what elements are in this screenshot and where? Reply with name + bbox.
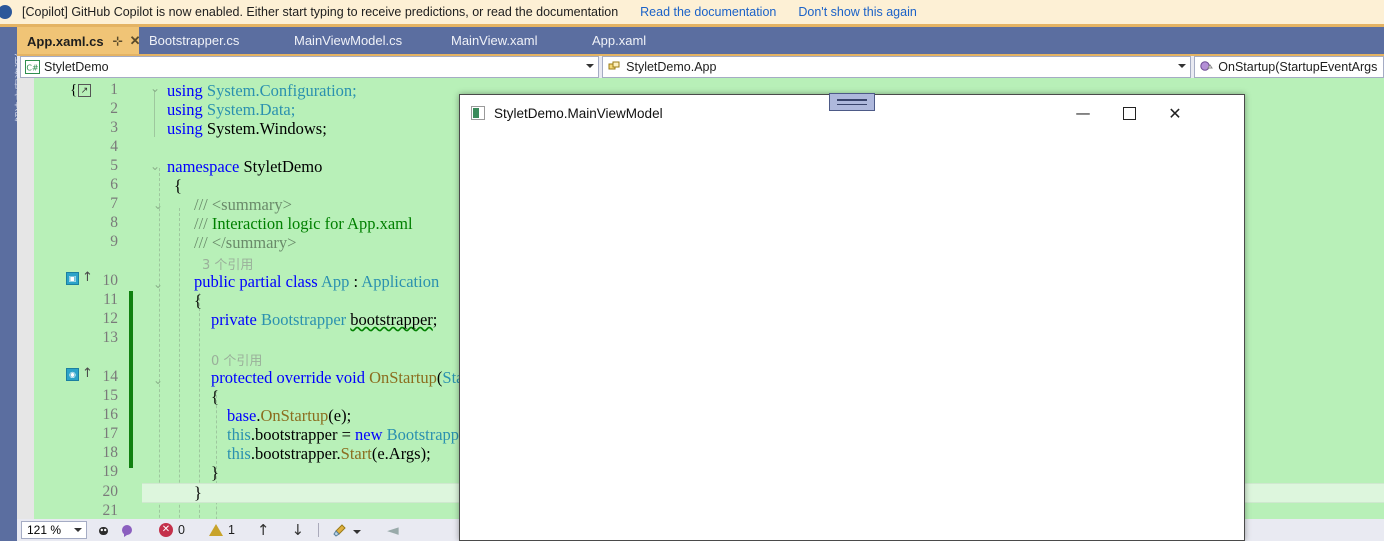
line-number: 12 bbox=[102, 310, 119, 327]
window-content-area[interactable] bbox=[460, 131, 1244, 540]
line-number: 11 bbox=[103, 291, 118, 308]
line-text: private Bootstrapper bootstrapper; bbox=[211, 310, 438, 329]
solution-explorer-dock-tab[interactable]: 解决方案资源管理器 bbox=[0, 27, 17, 521]
member-name: OnStartup(StartupEventArgs bbox=[1218, 60, 1378, 74]
line-number: 5 bbox=[110, 157, 118, 174]
line-number: 9 bbox=[110, 233, 118, 250]
next-issue-icon[interactable]: ↓ bbox=[291, 521, 304, 539]
line-text: namespace StyletDemo bbox=[167, 157, 323, 176]
chevron-down-icon[interactable] bbox=[74, 528, 82, 532]
line-number: 4 bbox=[110, 138, 118, 155]
line-number: 10 bbox=[102, 272, 119, 289]
error-icon: ✕ bbox=[159, 523, 173, 537]
dont-show-again-link[interactable]: Don't show this again bbox=[798, 5, 916, 19]
read-documentation-link[interactable]: Read the documentation bbox=[640, 5, 776, 19]
csharp-project-icon: C# bbox=[25, 60, 40, 74]
line-text: public partial class App : Application bbox=[194, 272, 440, 291]
maximize-button[interactable] bbox=[1106, 95, 1152, 131]
zoom-level-value: 121 % bbox=[27, 523, 62, 537]
line-text: { bbox=[211, 387, 219, 406]
feedback-icon[interactable] bbox=[120, 523, 135, 538]
line-text: /// </summary> bbox=[194, 233, 297, 252]
error-count: 0 bbox=[178, 523, 185, 537]
member-dropdown[interactable]: OnStartup(StartupEventArgs bbox=[1194, 56, 1384, 78]
line-text: } bbox=[194, 483, 202, 502]
class-icon bbox=[607, 60, 622, 74]
line-number: 14 bbox=[102, 368, 119, 385]
project-name: StyletDemo bbox=[44, 60, 109, 74]
line-text: { bbox=[194, 291, 202, 310]
editor-tab-strip: App.xaml.cs ⊹ ✕ Bootstrapper.cs MainView… bbox=[0, 27, 1384, 54]
debug-icon[interactable] bbox=[96, 523, 111, 538]
line-text: using System.Data; bbox=[167, 100, 296, 119]
type-dropdown[interactable]: StyletDemo.App bbox=[602, 56, 1192, 78]
snap-line bbox=[837, 99, 867, 101]
copilot-notification-bar: [Copilot] GitHub Copilot is now enabled.… bbox=[0, 0, 1384, 24]
line-text: } bbox=[211, 463, 219, 482]
tab-app-xaml[interactable]: App.xaml bbox=[582, 27, 695, 54]
codelens-reference-count[interactable]: 0 个引用 bbox=[211, 350, 262, 369]
type-name: StyletDemo.App bbox=[626, 60, 717, 74]
svg-text:C#: C# bbox=[26, 64, 39, 73]
line-number: 20 bbox=[102, 483, 119, 500]
divider bbox=[318, 523, 320, 537]
warning-icon bbox=[208, 524, 223, 536]
snap-line bbox=[837, 103, 867, 105]
notification-message: [Copilot] GitHub Copilot is now enabled.… bbox=[22, 4, 619, 19]
indicator-margin bbox=[17, 78, 34, 519]
code-navigation-bar: C# StyletDemo StyletDemo.App OnStartup(S… bbox=[17, 56, 1384, 78]
line-number: 1 bbox=[110, 81, 118, 98]
tab-app-xaml-cs[interactable]: App.xaml.cs ⊹ ✕ bbox=[17, 27, 141, 54]
line-number: 15 bbox=[102, 387, 119, 404]
chevron-down-icon[interactable] bbox=[586, 64, 595, 68]
previous-issue-icon[interactable]: ↑ bbox=[257, 521, 270, 539]
project-dropdown[interactable]: C# StyletDemo bbox=[20, 56, 600, 78]
minimize-button[interactable]: — bbox=[1060, 95, 1106, 131]
chevron-down-icon[interactable] bbox=[1178, 64, 1187, 68]
line-text: using System.Configuration; bbox=[167, 81, 357, 100]
info-icon bbox=[0, 4, 12, 19]
line-text: /// <summary> bbox=[194, 195, 292, 214]
line-text: this.bootstrapper.Start(e.Args); bbox=[227, 444, 431, 463]
line-number: 3 bbox=[110, 119, 118, 136]
line-text: this.bootstrapper = new Bootstrapper(); bbox=[227, 425, 487, 444]
tab-mainview-xaml[interactable]: MainView.xaml bbox=[441, 27, 582, 54]
line-number: 8 bbox=[110, 214, 118, 231]
tab-mainviewmodel-cs[interactable]: MainViewModel.cs bbox=[284, 27, 441, 54]
tab-label: Bootstrapper.cs bbox=[149, 33, 240, 48]
zoom-level-dropdown[interactable]: 121 % bbox=[21, 521, 87, 539]
window-snap-indicator[interactable] bbox=[829, 93, 875, 111]
codelens-reference-count[interactable]: 3 个引用 bbox=[202, 254, 253, 273]
collapse-caret-icon[interactable]: ◄ bbox=[387, 521, 399, 539]
line-number: 19 bbox=[102, 463, 119, 480]
line-number: 13 bbox=[102, 329, 119, 346]
line-number: 18 bbox=[102, 444, 119, 461]
line-number: 2 bbox=[110, 100, 118, 117]
styletdemo-app-window[interactable]: StyletDemo.MainViewModel — ✕ bbox=[459, 94, 1245, 541]
window-title: StyletDemo.MainViewModel bbox=[494, 105, 663, 121]
line-text: { bbox=[174, 176, 182, 195]
pin-icon[interactable]: ⊹ bbox=[113, 34, 123, 48]
line-number: 6 bbox=[110, 176, 118, 193]
line-number: 17 bbox=[102, 425, 119, 442]
close-button[interactable]: ✕ bbox=[1152, 95, 1198, 131]
tab-label: App.xaml.cs bbox=[27, 33, 104, 49]
brush-icon[interactable] bbox=[331, 523, 347, 538]
line-text: using System.Windows; bbox=[167, 119, 327, 138]
line-text: base.OnStartup(e); bbox=[227, 406, 352, 425]
line-number: 7 bbox=[110, 195, 118, 212]
line-text: /// Interaction logic for App.xaml bbox=[194, 214, 413, 233]
tab-label: MainView.xaml bbox=[451, 33, 538, 48]
chevron-down-icon[interactable] bbox=[353, 530, 362, 534]
method-icon bbox=[1199, 60, 1214, 74]
tab-label: MainViewModel.cs bbox=[294, 33, 403, 48]
app-icon bbox=[471, 106, 485, 120]
line-number: 16 bbox=[102, 406, 119, 423]
warning-count: 1 bbox=[227, 523, 235, 537]
tab-bootstrapper-cs[interactable]: Bootstrapper.cs bbox=[139, 27, 284, 54]
line-number: 21 bbox=[102, 502, 119, 519]
tab-label: App.xaml bbox=[592, 33, 647, 48]
